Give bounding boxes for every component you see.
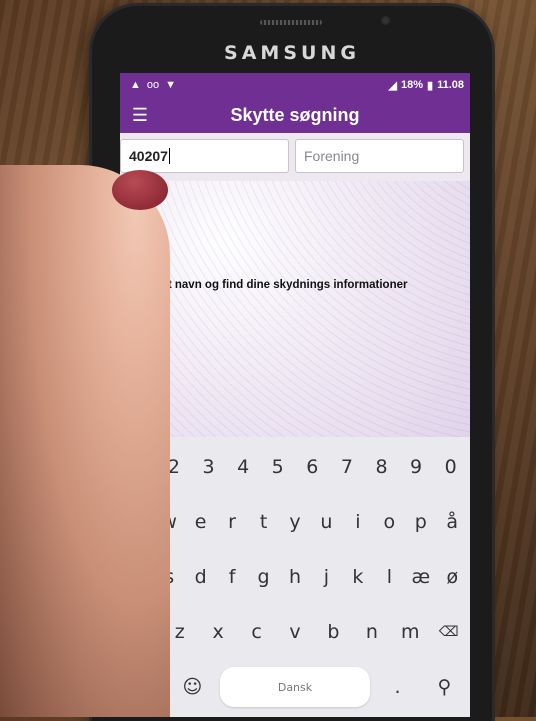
key-j[interactable]: j (311, 551, 342, 603)
key-7[interactable]: 7 (330, 441, 365, 493)
keyboard-bottom-row: !#☺ ☺ Dansk . ⚲ (120, 661, 470, 713)
text-caret (168, 148, 170, 164)
key-l[interactable]: l (374, 551, 405, 603)
content-area: Indtast navn og find dine skydnings info… (120, 181, 470, 481)
user-finger (0, 165, 170, 717)
key-ae[interactable]: æ (405, 551, 436, 603)
key-b[interactable]: b (314, 606, 352, 658)
key-m[interactable]: m (391, 606, 429, 658)
phone-screen: ▲ oo ▼ ◢ 18% ▮ 11.08 ☰ Skytte søgning 40… (120, 73, 470, 717)
instruction-message: Indtast navn og find dine skydnings info… (134, 279, 408, 291)
notification-icon: ▲ (130, 79, 141, 91)
club-placeholder: Forening (304, 148, 360, 164)
key-8[interactable]: 8 (364, 441, 399, 493)
keyboard-row-1: q w e r t y u i o p å (120, 496, 470, 548)
decorative-swirl-background (120, 181, 470, 481)
club-input[interactable]: Forening (295, 139, 464, 173)
key-x[interactable]: x (199, 606, 237, 658)
status-bar: ▲ oo ▼ ◢ 18% ▮ 11.08 (120, 73, 470, 97)
shooter-number-value: 40207 (129, 148, 168, 164)
key-4[interactable]: 4 (226, 441, 261, 493)
earpiece-speaker (260, 20, 322, 25)
signal-icon: ◢ (388, 79, 397, 92)
key-r[interactable]: r (216, 496, 247, 548)
download-icon: ▼ (165, 79, 177, 91)
fingernail (112, 170, 168, 210)
key-c[interactable]: c (237, 606, 275, 658)
space-key[interactable]: Dansk (219, 667, 371, 707)
shooter-number-input[interactable]: 40207 (120, 139, 289, 173)
key-i[interactable]: i (342, 496, 373, 548)
key-aa[interactable]: å (437, 496, 468, 548)
key-3[interactable]: 3 (191, 441, 226, 493)
emoji-key-icon[interactable]: ☺ (169, 661, 216, 713)
key-h[interactable]: h (279, 551, 310, 603)
battery-icon: ▮ (427, 79, 434, 92)
key-p[interactable]: p (405, 496, 436, 548)
page-title: Skytte søgning (230, 104, 360, 125)
key-d[interactable]: d (185, 551, 216, 603)
key-0[interactable]: 0 (433, 441, 468, 493)
key-9[interactable]: 9 (399, 441, 434, 493)
battery-percent: 18% (400, 79, 424, 91)
key-y[interactable]: y (279, 496, 310, 548)
front-camera (380, 15, 391, 26)
clock: 11.08 (437, 79, 464, 91)
key-f[interactable]: f (216, 551, 247, 603)
period-key[interactable]: . (374, 661, 421, 713)
keyboard-row-3: ⇧ z x c v b n m ⌫ (120, 606, 470, 658)
backspace-key-icon[interactable]: ⌫ (430, 606, 468, 658)
key-oe[interactable]: ø (437, 551, 468, 603)
voicemail-icon: oo (146, 79, 160, 91)
key-u[interactable]: u (311, 496, 342, 548)
search-fields: 40207 Forening (120, 133, 470, 181)
keyboard-number-row: 1 2 3 4 5 6 7 8 9 0 (120, 441, 470, 493)
search-key-icon[interactable]: ⚲ (421, 661, 468, 713)
key-t[interactable]: t (248, 496, 279, 548)
key-6[interactable]: 6 (295, 441, 330, 493)
key-g[interactable]: g (248, 551, 279, 603)
keyboard-row-2: a s d f g h j k l æ ø (120, 551, 470, 603)
key-5[interactable]: 5 (260, 441, 295, 493)
app-bar: ☰ Skytte søgning (120, 97, 470, 133)
key-k[interactable]: k (342, 551, 373, 603)
device-brand: SAMSUNG (224, 42, 360, 64)
key-n[interactable]: n (353, 606, 391, 658)
key-v[interactable]: v (276, 606, 314, 658)
onscreen-keyboard: 1 2 3 4 5 6 7 8 9 0 q w e r t y u i o p … (120, 437, 470, 717)
key-e[interactable]: e (185, 496, 216, 548)
key-o[interactable]: o (374, 496, 405, 548)
